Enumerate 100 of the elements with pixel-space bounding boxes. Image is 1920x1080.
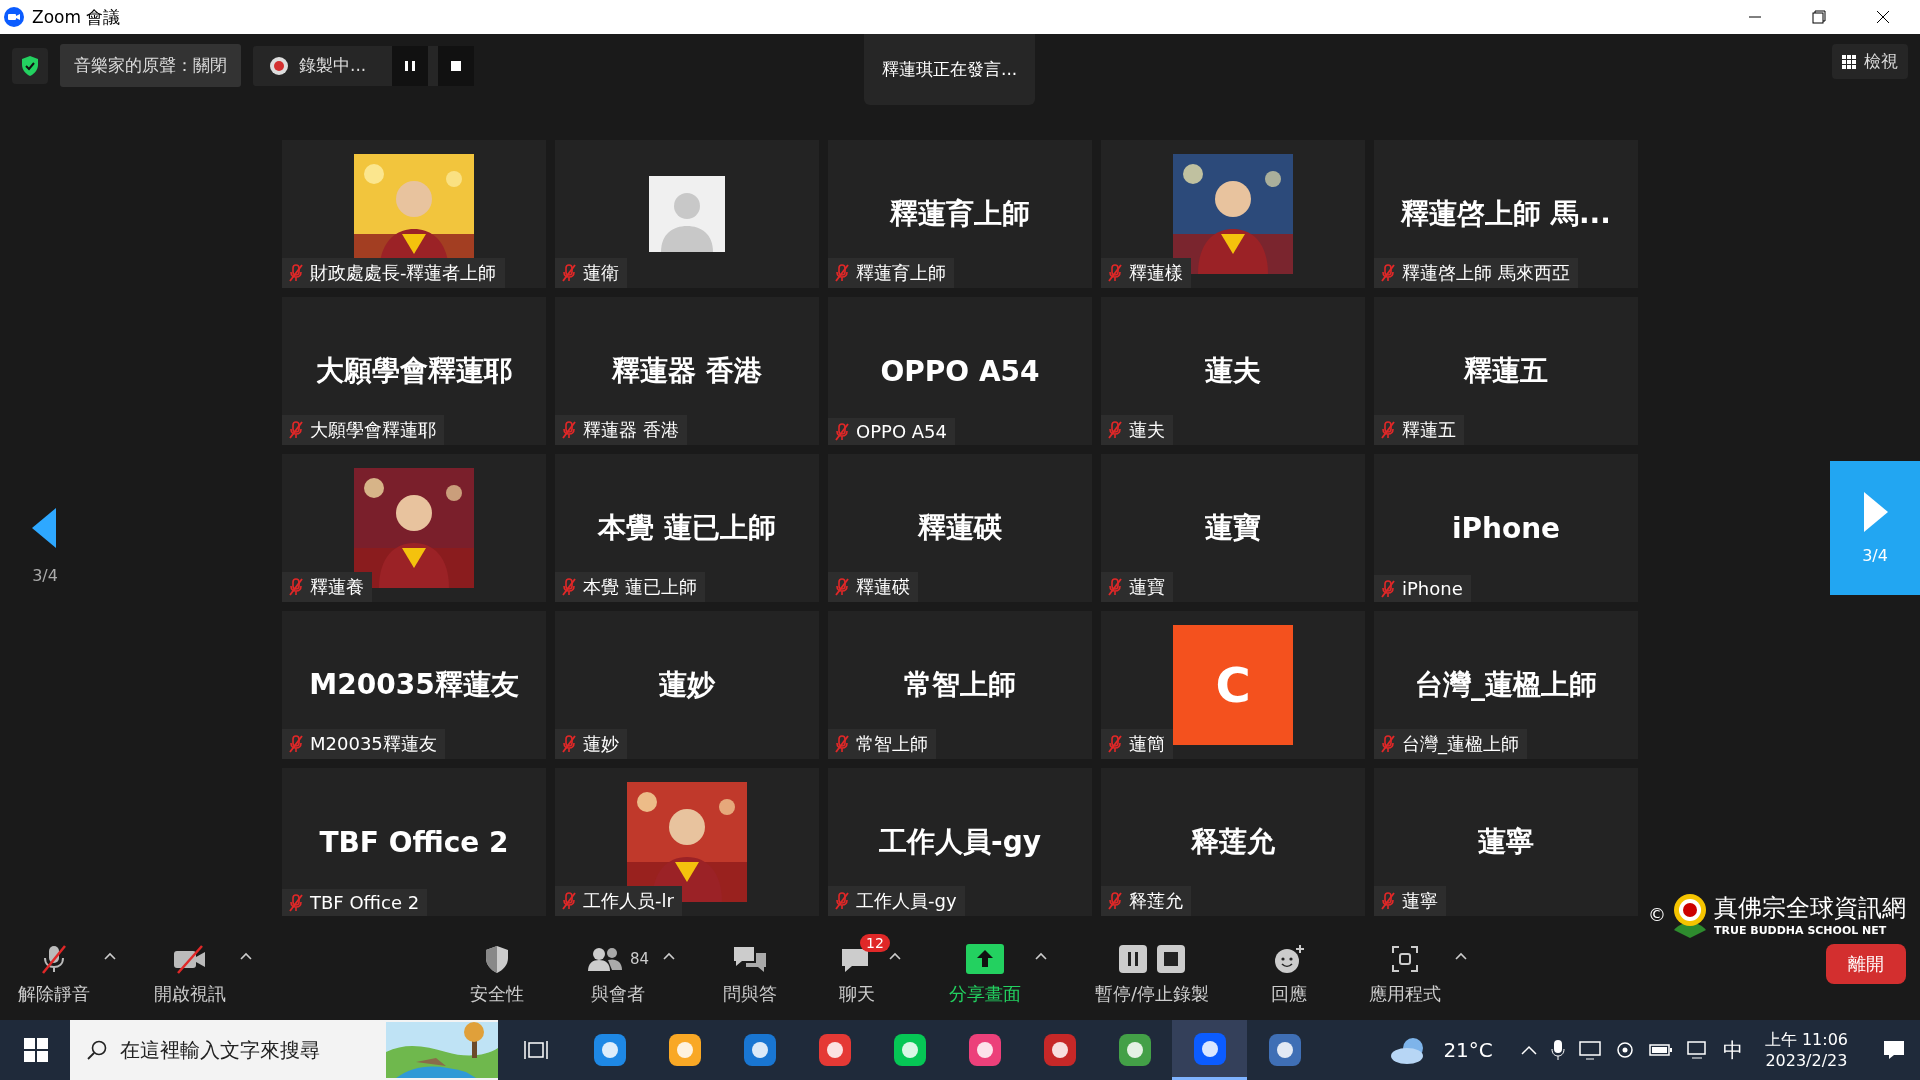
next-arrow-icon (1862, 491, 1888, 532)
participant-label-text: 蓮夫 (1129, 418, 1165, 442)
toolbar-button[interactable]: 應用程式 (1361, 930, 1456, 1006)
participant-label-text: 釋蓮養 (310, 575, 364, 599)
participant-name: 釋蓮啓上師 馬... (1401, 196, 1611, 232)
toolbar-label: 問與答 (723, 982, 778, 1006)
caret-icon[interactable] (1035, 952, 1048, 960)
caret-icon[interactable] (663, 952, 676, 960)
participant-name: 釋蓮育上師 (890, 196, 1030, 232)
speaker-notice: 釋蓮琪正在發言... (864, 34, 1036, 105)
participant-label-text: TBF Office 2 (310, 892, 420, 913)
toolbar-button[interactable]: 12 聊天 (831, 930, 890, 1006)
temperature: 21°C (1443, 1038, 1493, 1062)
participant-name: 釋蓮五 (1464, 353, 1548, 389)
leave-button[interactable]: 離開 (1826, 944, 1906, 984)
taskbar-app-icon[interactable] (816, 1032, 853, 1068)
toolbar-button[interactable]: 回應 (1263, 930, 1322, 1006)
taskbar-app-icon[interactable] (1116, 1032, 1153, 1068)
caret-icon[interactable] (104, 952, 116, 960)
task-view-icon[interactable] (524, 1039, 548, 1061)
participant-name: 蓮夫 (1205, 353, 1261, 389)
participant-label-text: OPPO A54 (856, 421, 947, 442)
participant-name: 工作人員-gy (879, 824, 1041, 860)
toolbar-button[interactable]: 分享畫面 (941, 930, 1036, 1006)
participant-label-text: 財政處處長-釋蓮者上師 (310, 261, 497, 285)
participant-label-text: 釋蓮五 (1402, 418, 1456, 442)
participant-label-text: 蓮妙 (583, 732, 619, 756)
toolbar-label: 聊天 (839, 982, 876, 1006)
toolbar-button[interactable]: 84 與會者 (578, 930, 664, 1006)
toolbar-button[interactable]: 開啟視訊 (146, 930, 240, 1006)
camera-icon[interactable] (1614, 1040, 1635, 1060)
copyright-mark: © (1648, 903, 1666, 925)
participant-label-text: 常智上師 (856, 732, 928, 756)
unread-badge: 12 (860, 934, 890, 952)
taskbar-app-icon[interactable] (1266, 1032, 1303, 1068)
participant-name: 蓮寶 (1205, 510, 1261, 546)
stop-icon[interactable] (438, 45, 475, 86)
chevron-up-icon[interactable] (1520, 1045, 1537, 1055)
toolbar-label: 分享畫面 (949, 982, 1022, 1006)
video-off-icon (172, 943, 208, 975)
taskbar-search-field[interactable]: 在這裡輸入文字來搜尋 (70, 1020, 498, 1080)
participant-name: 釋蓮器 香港 (612, 353, 762, 389)
participant-label-text: 釋蓮育上師 (856, 261, 946, 285)
caret-icon[interactable] (889, 952, 902, 960)
logo-subtitle: TRUE BUDDHA SCHOOL NET (1714, 923, 1888, 937)
caret-icon[interactable] (1455, 952, 1468, 960)
pause-icon[interactable] (392, 45, 429, 86)
microphone-icon[interactable] (1550, 1039, 1565, 1061)
clock-time[interactable]: 上午 11:06 (1764, 1030, 1848, 1051)
search-icon (86, 1039, 108, 1061)
avatar-icon (649, 176, 725, 252)
toolbar-label: 回應 (1271, 982, 1308, 1006)
taskbar-app-icon[interactable] (666, 1032, 703, 1068)
taskbar-app-icon[interactable] (741, 1032, 778, 1068)
participant-name: 释莲允 (1191, 824, 1275, 860)
participant-name: 本覺 蓮已上師 (598, 510, 776, 546)
participant-label-text: 本覺 蓮已上師 (583, 575, 697, 599)
shield-icon[interactable] (12, 47, 48, 84)
toolbar-button[interactable]: 安全性 (462, 930, 538, 1006)
participant-label-text: 台灣_蓮楹上師 (1402, 732, 1519, 756)
participant-label-text: 釋蓮器 香港 (583, 418, 679, 442)
participant-name: 常智上師 (904, 667, 1016, 703)
participant-name: OPPO A54 (880, 354, 1040, 388)
toolbar-button[interactable]: 問與答 (715, 930, 792, 1006)
toolbar-label: 開啟視訊 (154, 982, 226, 1006)
window-title: Zoom 會議 (32, 5, 121, 29)
toolbar-label: 安全性 (470, 982, 524, 1006)
participant-name: 大願學會釋蓮耶 (316, 353, 512, 389)
restore-icon[interactable] (1812, 10, 1826, 24)
toolbar-button[interactable]: 暫停/停止錄製 (1087, 930, 1224, 1006)
caret-icon[interactable] (240, 952, 252, 960)
taskbar-app-icon[interactable] (591, 1032, 628, 1068)
clock-date[interactable]: 2023/2/23 (1765, 1051, 1848, 1070)
participant-name: 蓮寧 (1478, 824, 1534, 860)
battery-icon[interactable] (1648, 1042, 1673, 1058)
view-button[interactable]: 檢視 (1832, 44, 1908, 79)
close-icon[interactable] (1876, 10, 1890, 24)
grid-icon (1842, 54, 1856, 69)
smiley-icon (1272, 943, 1307, 975)
monitor-icon[interactable] (1578, 1040, 1601, 1060)
participant-label-text: iPhone (1402, 578, 1463, 599)
previous-page-icon[interactable] (32, 508, 58, 548)
share-screen-icon (966, 944, 1005, 974)
taskbar-app-icon[interactable] (966, 1032, 1003, 1068)
participant-name: TBF Office 2 (319, 825, 509, 859)
taskbar-app-icon[interactable] (891, 1032, 928, 1068)
input-method-indicator[interactable]: 中 (1722, 1036, 1743, 1064)
participant-label-text: 大願學會釋蓮耶 (310, 418, 436, 442)
participant-label-text: 蓮寶 (1129, 575, 1165, 599)
search-field[interactable]: 在這裡輸入文字來搜尋 (118, 1037, 382, 1063)
participant-name: 台灣_蓮楹上師 (1415, 667, 1597, 703)
toolbar-button[interactable]: 解除靜音 (10, 930, 104, 1006)
notifications-icon[interactable] (1882, 1039, 1906, 1061)
original-sound-button[interactable]: 音樂家的原聲：關閉 (60, 44, 241, 87)
taskbar-app-icon[interactable] (1041, 1032, 1078, 1068)
participant-name: 釋蓮碤 (918, 510, 1002, 546)
taskbar-app-icon[interactable] (1191, 1030, 1228, 1067)
windows-start-icon[interactable] (24, 1038, 48, 1062)
participant-label-text: 蓮簡 (1129, 732, 1165, 756)
pause-stop-icon (1117, 943, 1188, 975)
